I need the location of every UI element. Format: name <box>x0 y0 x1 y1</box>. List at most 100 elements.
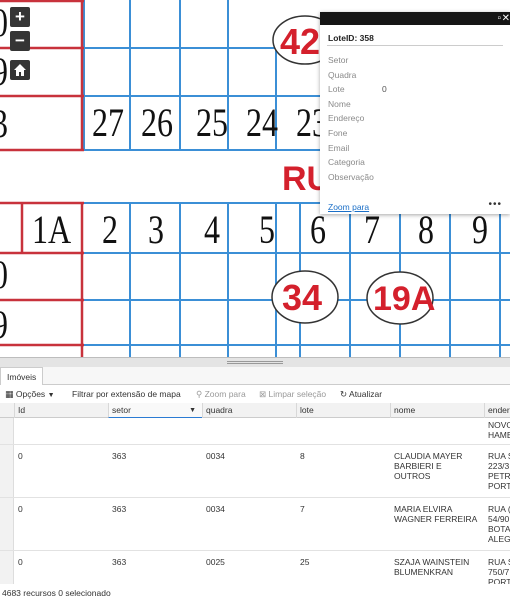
block-number: 0 <box>0 255 8 295</box>
cell-lote: 7 <box>300 504 305 514</box>
popup-title: LoteID: 358 <box>328 33 374 43</box>
row-selector[interactable] <box>0 418 14 444</box>
cell-quadra: 0025 <box>206 557 225 567</box>
block-number: 0 <box>0 3 8 43</box>
caret-down-icon: ▼ <box>47 392 55 399</box>
close-icon[interactable]: ✕ <box>502 12 510 25</box>
lot-number: 8 <box>418 207 434 252</box>
popup-field-label: Setor <box>328 55 349 65</box>
lot-number: 5 <box>259 207 275 252</box>
options-label: Opções <box>15 389 46 399</box>
zoom-to-label: Zoom para <box>204 389 246 399</box>
cell-setor: 363 <box>112 451 127 461</box>
cell-id: 0 <box>18 557 23 567</box>
lot-circle-label: 42 <box>280 21 321 62</box>
column-header-nome[interactable]: nome <box>390 403 484 418</box>
popup-header: ▫ ✕ <box>320 12 510 25</box>
cell-setor: 363 <box>112 504 127 514</box>
cell-endereco: RUA S 750/7 PORT <box>488 557 510 584</box>
status-bar: 4683 recursos 0 selecionado <box>2 588 111 598</box>
refresh-icon: ↻ <box>340 389 348 399</box>
cell-lote: 25 <box>300 557 310 567</box>
lot-number: 9 <box>472 207 488 252</box>
cell-quadra: 0034 <box>206 504 225 514</box>
feature-popup: ▫ ✕ LoteID: 358 Setor Quadra Lote 0 Nome Ende… <box>320 12 510 214</box>
popup-field-label: Observação <box>328 171 374 182</box>
table-row[interactable]: 0 363 0034 7 MARIA ELVIRA WAGNER FERREIRA RUA… <box>0 498 510 551</box>
column-header-endereco[interactable]: ender <box>484 403 510 418</box>
lot-number: 7 <box>364 207 380 252</box>
clear-selection-button[interactable]: ⊠ Limpar seleção <box>259 385 326 403</box>
cell-endereco: RUA S 223/3 PETRO PORT <box>488 451 510 491</box>
popup-zoom-link[interactable]: Zoom para <box>328 202 369 212</box>
tab-bar: Imóveis <box>0 367 510 385</box>
lot-circle-label: 19A <box>373 280 436 318</box>
clear-icon: ⊠ <box>259 389 267 399</box>
table-body: NOVO HAMB 0 363 0034 8 CLAUDIA MAYER BARBIER… <box>0 418 510 584</box>
popup-field-label: Quadra <box>328 69 357 80</box>
popup-divider <box>327 45 503 46</box>
table-toolbar: ▦ Opções ▼ Filtrar por extensão de mapa … <box>0 385 510 403</box>
column-header-lote[interactable]: lote <box>296 403 390 418</box>
refresh-label: Atualizar <box>349 389 383 399</box>
sort-desc-icon[interactable]: ▼ <box>189 403 196 418</box>
lot-circle-label: 34 <box>282 277 323 318</box>
block-number: 3 <box>0 104 8 144</box>
popup-field-value: 0 <box>382 84 387 95</box>
lot-number: 24 <box>246 100 278 145</box>
attribute-table-panel: Imóveis ▦ Opções ▼ Filtrar por extensão … <box>0 367 510 602</box>
cell-quadra: 0034 <box>206 451 225 461</box>
lot-number: 27 <box>92 100 124 145</box>
lot-number: 1A <box>32 207 72 252</box>
popup-more-button[interactable]: ••• <box>488 199 502 210</box>
cell-setor: 363 <box>112 557 127 567</box>
lot-number: 3 <box>148 207 164 252</box>
zoom-out-button[interactable]: − <box>10 31 30 51</box>
zoom-to-button[interactable]: ⚲ Zoom para <box>196 385 246 403</box>
block-number: 9 <box>0 52 8 92</box>
pin-icon: ⚲ <box>196 389 203 399</box>
table-header: Id setor ▼ quadra lote nome ender <box>0 403 510 418</box>
grid-icon: ▦ <box>5 389 14 399</box>
popup-field-label: Email <box>328 142 350 153</box>
table-row[interactable]: 0 363 0025 25 SZAJA WAINSTEIN BLUMENKRAN RUA … <box>0 551 510 584</box>
home-icon <box>14 64 26 76</box>
column-header-setor-label: setor <box>112 405 131 415</box>
lot-number: 26 <box>141 100 173 145</box>
home-button[interactable] <box>10 60 30 80</box>
clear-selection-label: Limpar seleção <box>268 389 327 399</box>
lot-number: 25 <box>196 100 228 145</box>
map-view[interactable]: 27262524231A2345678909309423419ARU + − ▫… <box>0 0 510 357</box>
zoom-in-button[interactable]: + <box>10 7 30 27</box>
table-row[interactable]: NOVO HAMB <box>0 418 510 445</box>
cell-lote: 8 <box>300 451 305 461</box>
lot-number: 4 <box>204 207 220 252</box>
cell-endereco: NOVO HAMB <box>488 420 510 440</box>
popup-field-label: Lote <box>328 84 345 95</box>
maximize-icon[interactable]: ▫ <box>497 12 501 25</box>
table-row[interactable]: 0 363 0034 8 CLAUDIA MAYER BARBIERI E OUTROS… <box>0 445 510 498</box>
column-header-setor[interactable]: setor ▼ <box>108 403 202 418</box>
row-selector[interactable] <box>0 551 14 584</box>
refresh-button[interactable]: ↻ Atualizar <box>340 385 382 403</box>
column-header-id[interactable]: Id <box>14 403 108 418</box>
column-header-quadra[interactable]: quadra <box>202 403 296 418</box>
splitter-handle[interactable] <box>227 361 283 364</box>
lot-number: 6 <box>310 207 326 252</box>
popup-field-label: Nome <box>328 98 351 109</box>
tab-imoveis[interactable]: Imóveis <box>0 367 44 385</box>
options-button[interactable]: ▦ Opções ▼ <box>5 385 55 405</box>
row-selector[interactable] <box>0 498 14 550</box>
row-selector[interactable] <box>0 445 14 497</box>
popup-field-label: Endereço <box>328 113 365 124</box>
cell-nome: MARIA ELVIRA WAGNER FERREIRA <box>394 504 478 524</box>
popup-field-label: Categoria <box>328 157 365 168</box>
cell-nome: SZAJA WAINSTEIN BLUMENKRAN <box>394 557 470 577</box>
cell-id: 0 <box>18 504 23 514</box>
filter-by-extent-button[interactable]: Filtrar por extensão de mapa <box>72 385 181 403</box>
lot-number: 2 <box>102 207 118 252</box>
block-number: 9 <box>0 305 8 345</box>
panel-splitter[interactable] <box>0 357 510 367</box>
cell-nome: CLAUDIA MAYER BARBIERI E OUTROS <box>394 451 463 481</box>
popup-field-label: Fone <box>328 128 348 138</box>
